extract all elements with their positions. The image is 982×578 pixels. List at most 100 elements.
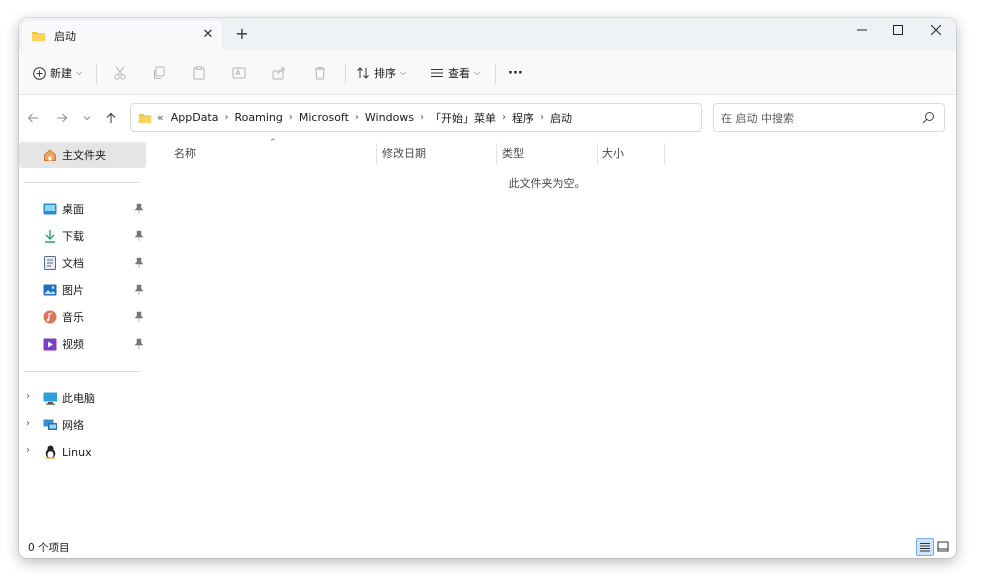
network-icon: [43, 418, 57, 432]
share-button[interactable]: [272, 61, 286, 85]
computer-icon: [43, 391, 57, 405]
tiles-view-button[interactable]: [934, 538, 952, 556]
search-placeholder: 在 启动 中搜索: [721, 111, 794, 125]
more-options-button[interactable]: ···: [508, 61, 523, 85]
sidebar-item-this-pc[interactable]: › 此电脑: [19, 386, 147, 410]
rename-button[interactable]: [232, 61, 246, 85]
breadcrumb-programs[interactable]: 程序: [512, 110, 534, 126]
details-view-button[interactable]: [916, 538, 934, 556]
folder-icon: [138, 113, 152, 123]
breadcrumb-roaming[interactable]: Roaming: [235, 111, 283, 124]
breadcrumb-appdata[interactable]: AppData: [171, 111, 219, 124]
empty-folder-message: 此文件夹为空。: [508, 177, 586, 190]
maximize-button[interactable]: [878, 18, 918, 42]
linux-icon: [43, 445, 57, 459]
paste-button[interactable]: [192, 61, 206, 85]
breadcrumb-separator-icon[interactable]: ›: [355, 112, 359, 123]
column-label: 名称: [174, 147, 196, 160]
sort-label: 排序: [374, 67, 396, 80]
breadcrumb-start-menu[interactable]: 「开始」菜单: [430, 110, 496, 126]
sidebar-item-label: 此电脑: [62, 392, 95, 405]
sidebar-item-downloads[interactable]: 下载: [19, 224, 147, 248]
back-button[interactable]: [23, 108, 43, 128]
recent-locations-button[interactable]: [77, 108, 97, 128]
sidebar-item-label: 视频: [62, 338, 84, 351]
new-button[interactable]: 新建 ⌵: [33, 61, 82, 85]
new-tab-button[interactable]: +: [233, 25, 251, 43]
navigation-pane: 主文件夹 桌面 下载 文档 图片 音乐 视频 › 此电脑 › 网络 › Linu…: [19, 141, 147, 536]
breadcrumb-microsoft[interactable]: Microsoft: [299, 111, 349, 124]
sidebar-item-pictures[interactable]: 图片: [19, 278, 147, 302]
breadcrumb-separator-icon[interactable]: ›: [540, 112, 544, 123]
up-button[interactable]: [101, 108, 121, 128]
sort-button[interactable]: 排序 ⌵: [356, 61, 406, 85]
toolbar-divider: [345, 64, 346, 84]
sidebar-item-desktop[interactable]: 桌面: [19, 197, 147, 221]
breadcrumb-startup[interactable]: 启动: [550, 110, 572, 126]
pin-icon[interactable]: [134, 230, 144, 242]
tab-close-icon[interactable]: ✕: [200, 27, 216, 43]
pin-icon[interactable]: [134, 284, 144, 296]
trash-icon: [315, 67, 325, 80]
sidebar-item-home[interactable]: 主文件夹: [19, 142, 146, 168]
pin-icon[interactable]: [134, 257, 144, 269]
pin-icon[interactable]: [134, 338, 144, 350]
breadcrumb-separator-icon[interactable]: ›: [420, 112, 424, 123]
column-resize-handle[interactable]: [496, 143, 497, 165]
column-header-size[interactable]: 大小: [602, 141, 662, 165]
breadcrumb-separator-icon[interactable]: ›: [502, 112, 506, 123]
share-icon: [272, 67, 285, 80]
view-label: 查看: [448, 67, 470, 80]
chevron-down-icon: [83, 116, 91, 121]
new-label: 新建: [50, 67, 72, 80]
view-list-icon: [431, 69, 443, 77]
sidebar-item-music[interactable]: 音乐: [19, 305, 147, 329]
address-overflow-button[interactable]: «: [157, 111, 164, 124]
sidebar-item-documents[interactable]: 文档: [19, 251, 147, 275]
column-resize-handle[interactable]: [597, 143, 598, 165]
chevron-right-icon[interactable]: ›: [26, 418, 30, 429]
music-icon: [43, 310, 57, 324]
breadcrumb-separator-icon[interactable]: ›: [225, 112, 229, 123]
column-resize-handle[interactable]: [376, 143, 377, 165]
column-label: 修改日期: [382, 147, 426, 160]
sidebar-item-label: 网络: [62, 419, 84, 432]
sidebar-item-label: 图片: [62, 284, 84, 297]
paste-icon: [193, 66, 205, 80]
chevron-right-icon[interactable]: ›: [26, 391, 30, 402]
sidebar-item-linux[interactable]: › Linux: [19, 440, 147, 464]
sidebar-divider: [24, 371, 140, 372]
sidebar-divider: [24, 182, 140, 183]
column-label: 类型: [502, 147, 524, 160]
minimize-button[interactable]: [842, 18, 882, 42]
column-resize-handle[interactable]: [664, 143, 665, 165]
search-input[interactable]: 在 启动 中搜索: [713, 103, 945, 132]
pin-icon[interactable]: [134, 203, 144, 215]
column-header-type[interactable]: 类型: [502, 141, 597, 165]
forward-button[interactable]: [52, 108, 72, 128]
sidebar-item-network[interactable]: › 网络: [19, 413, 147, 437]
tab-label: 启动: [54, 29, 76, 43]
address-bar[interactable]: « AppData › Roaming › Microsoft › Window…: [130, 103, 804, 132]
breadcrumb-windows[interactable]: Windows: [365, 111, 414, 124]
column-header-name[interactable]: 名称: [174, 141, 374, 165]
video-icon: [43, 337, 57, 351]
pin-icon[interactable]: [134, 311, 144, 323]
chevron-right-icon[interactable]: ›: [26, 445, 30, 456]
copy-button[interactable]: [152, 61, 166, 85]
breadcrumb-separator-icon[interactable]: ›: [289, 112, 293, 123]
view-button[interactable]: 查看 ⌵: [430, 61, 480, 85]
maximize-icon: [893, 25, 903, 35]
delete-button[interactable]: [313, 61, 327, 85]
tiles-view-icon: [937, 541, 949, 552]
column-header-modified[interactable]: 修改日期: [382, 141, 497, 165]
close-window-button[interactable]: [916, 18, 956, 42]
tab-startup[interactable]: 启动 ✕: [22, 21, 222, 50]
home-icon: [44, 149, 56, 161]
cut-button[interactable]: [113, 61, 127, 85]
sidebar-item-videos[interactable]: 视频: [19, 332, 147, 356]
search-icon[interactable]: [922, 111, 935, 124]
column-label: 大小: [602, 147, 624, 160]
sidebar-item-label: 下载: [62, 230, 84, 243]
download-icon: [43, 229, 57, 243]
